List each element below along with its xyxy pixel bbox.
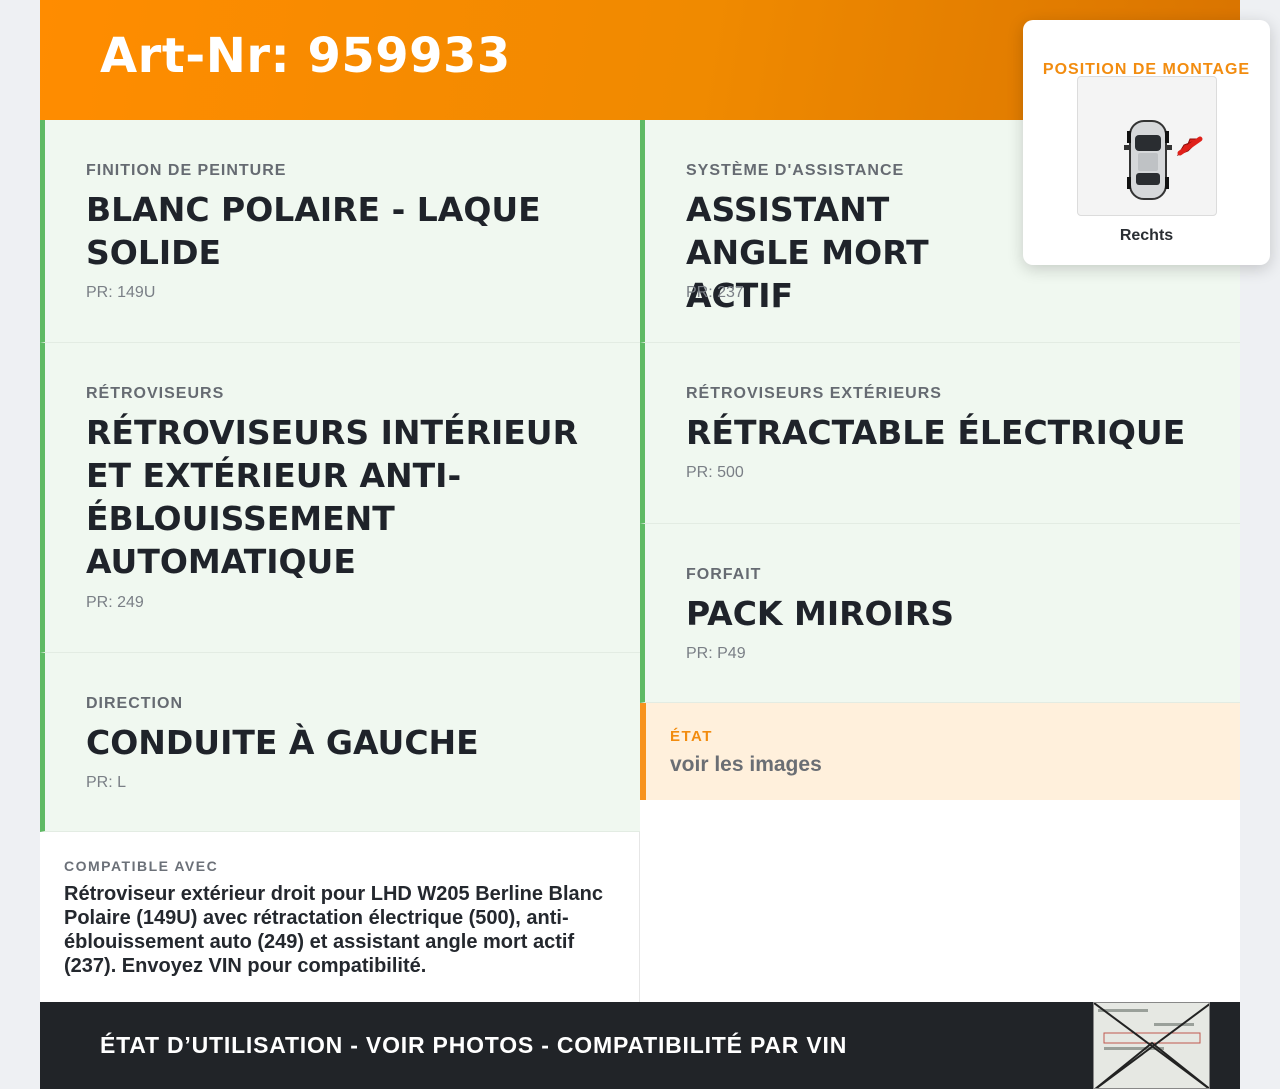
spec-label: RÉTROVISEURS EXTÉRIEURS bbox=[686, 385, 942, 402]
spec-label: FINITION DE PEINTURE bbox=[86, 162, 287, 179]
article-number-title: Art-Nr: 959933 bbox=[100, 28, 511, 84]
spec-value: RÉTRACTABLE ÉLECTRIQUE bbox=[686, 413, 1186, 452]
document-thumbnail-icon[interactable] bbox=[1093, 1002, 1210, 1089]
condition-text: voir les images bbox=[670, 753, 822, 776]
spec-cell-exterior-mirrors: RÉTROVISEURS EXTÉRIEURS RÉTRACTABLE ÉLEC… bbox=[640, 343, 1240, 524]
footer-text: ÉTAT D’UTILISATION - VOIR PHOTOS - COMPA… bbox=[100, 1032, 848, 1058]
spec-pr-code: PR: 249 bbox=[86, 594, 144, 611]
spec-cell-mirrors: RÉTROVISEURS RÉTROVISEURS INTÉRIEUR ET E… bbox=[40, 343, 640, 653]
mount-position-image bbox=[1077, 76, 1217, 216]
condition-label: ÉTAT bbox=[670, 728, 713, 745]
spec-label: FORFAIT bbox=[686, 566, 762, 583]
page: Art-Nr: 959933 FINITION DE PEINTURE BLAN… bbox=[40, 0, 1270, 1089]
compatibility-text: Rétroviseur extérieur droit pour LHD W20… bbox=[64, 883, 604, 977]
mount-position-card: POSITION DE MONTAGE Rechts bbox=[1023, 20, 1270, 265]
spec-value: CONDUITE À GAUCHE bbox=[86, 723, 479, 762]
spec-cell-steering: DIRECTION CONDUITE À GAUCHE PR: L bbox=[40, 653, 640, 832]
compatibility-section: COMPATIBLE AVEC Rétroviseur extérieur dr… bbox=[40, 832, 640, 1002]
spec-label: SYSTÈME D'ASSISTANCE bbox=[686, 162, 905, 179]
footer-bar: ÉTAT D’UTILISATION - VOIR PHOTOS - COMPA… bbox=[40, 1002, 1240, 1089]
spec-pr-code: PR: 149U bbox=[86, 284, 156, 301]
red-arrow-icon bbox=[1176, 136, 1203, 157]
condition-box: ÉTAT voir les images bbox=[640, 703, 1240, 800]
spec-label: RÉTROVISEURS bbox=[86, 385, 225, 402]
spec-cell-paint: FINITION DE PEINTURE BLANC POLAIRE - LAQ… bbox=[40, 120, 640, 343]
mount-position-side: Rechts bbox=[1119, 227, 1174, 244]
compatibility-label: COMPATIBLE AVEC bbox=[64, 858, 219, 874]
spec-pr-code: PR: L bbox=[86, 774, 127, 791]
spec-pr-code: PR: 237 bbox=[686, 284, 744, 301]
spec-value: RÉTROVISEURS INTÉRIEUR ET EXTÉRIEUR ANTI… bbox=[86, 413, 579, 581]
spec-value: PACK MIROIRS bbox=[686, 594, 955, 633]
spec-label: DIRECTION bbox=[86, 695, 183, 712]
spec-cell-package: FORFAIT PACK MIROIRS PR: P49 bbox=[640, 524, 1240, 703]
spec-value: BLANC POLAIRE - LAQUE SOLIDE bbox=[86, 190, 541, 272]
spec-pr-code: PR: P49 bbox=[686, 645, 746, 662]
spec-pr-code: PR: 500 bbox=[686, 464, 744, 481]
